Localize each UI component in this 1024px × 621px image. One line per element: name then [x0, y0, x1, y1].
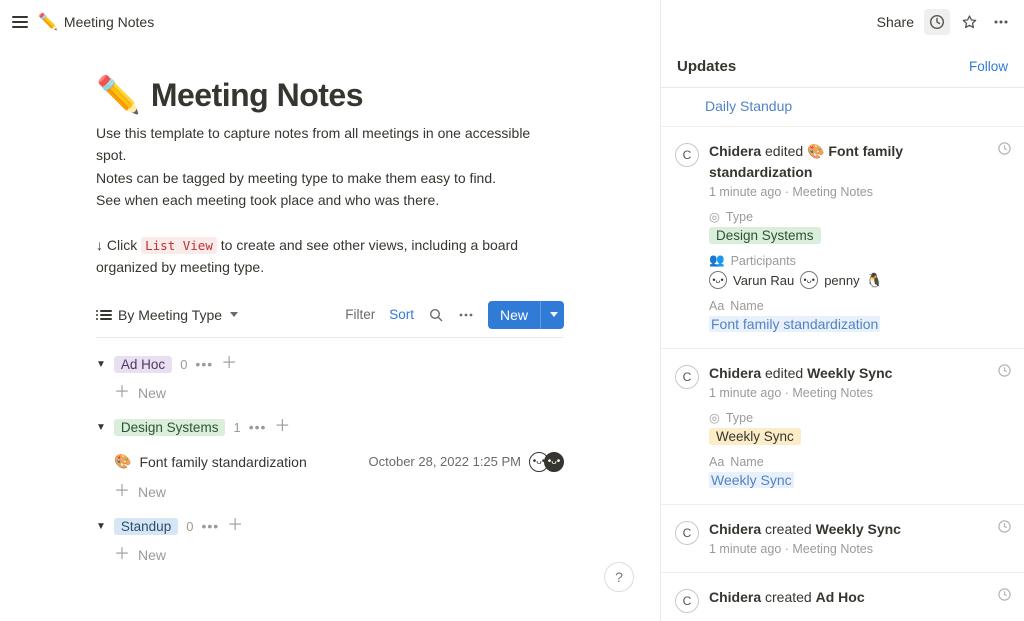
avatar: C	[675, 365, 699, 389]
update-entry[interactable]: C Chidera created Weekly Sync 1 minute a…	[661, 505, 1024, 573]
name-link[interactable]: Font family standardization	[709, 316, 880, 332]
avatar: •ᴗ•	[709, 271, 727, 289]
new-dropdown[interactable]	[540, 301, 564, 329]
page-icon: 🎨	[807, 143, 824, 159]
breadcrumb-title: Meeting Notes	[64, 14, 154, 30]
favorite-icon[interactable]	[956, 9, 982, 35]
group-count: 1	[233, 420, 240, 435]
page-more-icon[interactable]	[988, 9, 1014, 35]
follow-button[interactable]: Follow	[969, 59, 1008, 74]
updates-icon[interactable]	[924, 9, 950, 35]
group-tag-adhoc[interactable]: Ad Hoc	[114, 356, 172, 373]
row-title: Font family standardization	[139, 454, 360, 470]
page-emoji-icon: ✏️	[38, 12, 58, 32]
view-name: By Meeting Type	[118, 307, 222, 323]
penguin-icon: 🐧	[866, 272, 883, 289]
group-more-icon[interactable]: •••	[249, 419, 267, 435]
page-title[interactable]: Meeting Notes	[151, 77, 363, 114]
page-description[interactable]: Use this template to capture notes from …	[96, 122, 564, 279]
list-icon	[100, 310, 112, 320]
avatar: C	[675, 589, 699, 613]
group-toggle[interactable]: ▼	[96, 359, 106, 370]
avatar: C	[675, 143, 699, 167]
group-count: 0	[186, 519, 193, 534]
update-entry[interactable]: C Chidera edited 🎨 Font family standardi…	[661, 127, 1024, 349]
search-icon[interactable]	[424, 305, 448, 325]
row-date: October 28, 2022 1:25 PM	[369, 454, 521, 469]
type-tag: Weekly Sync	[709, 428, 801, 445]
target-icon: ◎	[709, 410, 720, 425]
updates-heading: Updates	[677, 58, 736, 75]
type-tag: Design Systems	[709, 227, 821, 244]
new-button[interactable]: New	[488, 301, 564, 329]
people-icon: 👥	[709, 253, 725, 268]
clock-icon	[997, 363, 1012, 381]
name-link[interactable]: Weekly Sync	[709, 472, 794, 488]
clock-icon	[997, 587, 1012, 605]
new-row-button[interactable]: ＋ New	[114, 484, 564, 500]
group-tag-standup[interactable]: Standup	[114, 518, 178, 535]
clock-icon	[997, 141, 1012, 159]
view-selector[interactable]: By Meeting Type	[96, 305, 242, 325]
group-add-icon[interactable]: ＋	[274, 419, 290, 435]
hamburger-menu[interactable]	[10, 12, 30, 32]
more-icon[interactable]	[454, 305, 478, 325]
text-icon: Aa	[709, 455, 724, 469]
group-tag-design[interactable]: Design Systems	[114, 419, 226, 436]
sort-button[interactable]: Sort	[385, 305, 418, 324]
filter-button[interactable]: Filter	[341, 305, 379, 324]
help-button[interactable]: ?	[604, 562, 634, 592]
update-link-daily-standup[interactable]: Daily Standup	[705, 98, 792, 114]
db-row[interactable]: 🎨 Font family standardization October 28…	[114, 452, 564, 472]
chevron-down-icon	[230, 312, 238, 317]
group-add-icon[interactable]: ＋	[221, 356, 237, 372]
group-more-icon[interactable]: •••	[195, 356, 213, 372]
group-toggle[interactable]: ▼	[96, 521, 106, 532]
clock-icon	[997, 519, 1012, 537]
group-add-icon[interactable]: ＋	[227, 518, 243, 534]
group-count: 0	[180, 357, 187, 372]
plus-icon: ＋	[114, 484, 130, 500]
update-entry[interactable]: C Chidera edited Weekly Sync 1 minute ag…	[661, 349, 1024, 505]
page-icon[interactable]: ✏️	[96, 74, 141, 116]
plus-icon: ＋	[114, 547, 130, 563]
share-button[interactable]: Share	[877, 14, 914, 30]
avatar: C	[675, 521, 699, 545]
new-row-button[interactable]: ＋ New	[114, 385, 564, 401]
avatar: •ᴗ•	[800, 271, 818, 289]
group-toggle[interactable]: ▼	[96, 422, 106, 433]
avatar: •ᴗ•	[544, 452, 564, 472]
plus-icon: ＋	[114, 385, 130, 401]
breadcrumb[interactable]: ✏️ Meeting Notes	[38, 12, 154, 32]
target-icon: ◎	[709, 209, 720, 224]
row-icon: 🎨	[114, 453, 131, 470]
group-more-icon[interactable]: •••	[201, 518, 219, 534]
row-participants: •ᴗ• •ᴗ•	[529, 452, 564, 472]
new-row-button[interactable]: ＋ New	[114, 547, 564, 563]
update-entry[interactable]: C Chidera created Ad Hoc	[661, 573, 1024, 621]
text-icon: Aa	[709, 299, 724, 313]
